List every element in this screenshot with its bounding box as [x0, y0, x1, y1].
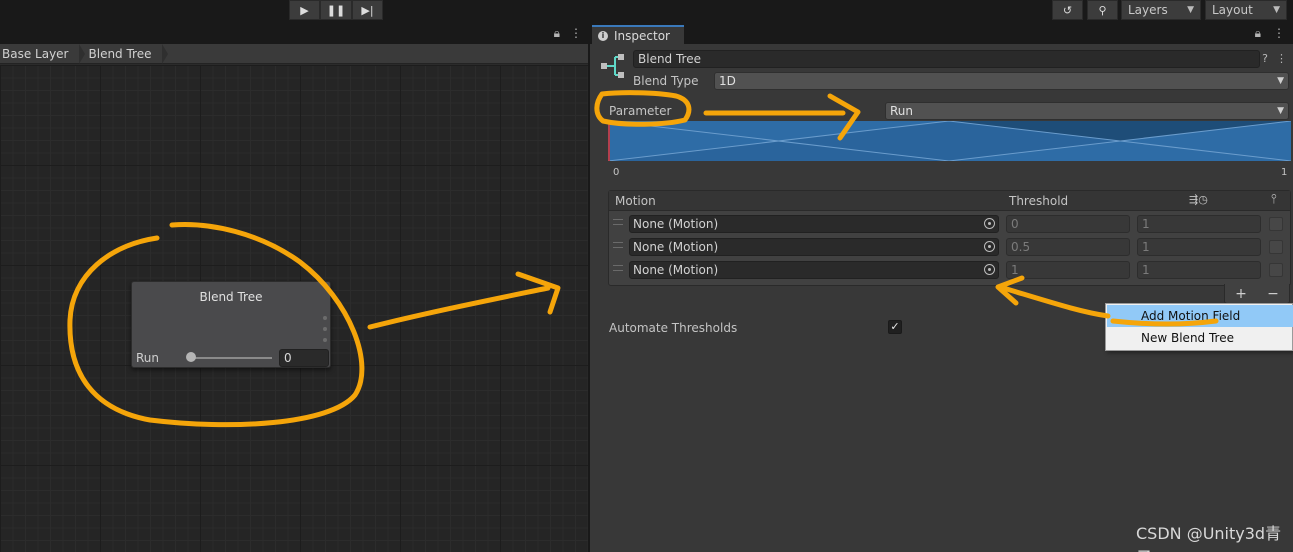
chevron-down-icon: ▼ — [1187, 5, 1194, 15]
layers-dropdown[interactable]: Layers ▼ — [1121, 0, 1201, 20]
pause-icon: ❚❚ — [326, 3, 346, 17]
threshold-field[interactable]: 0.5 — [1006, 238, 1130, 256]
graph-min-label: 0 — [613, 167, 620, 178]
more-options-icon[interactable]: ⋮ — [570, 26, 582, 41]
parameter-label: Parameter — [609, 104, 672, 118]
menu-item-add-motion-field[interactable]: Add Motion Field — [1107, 305, 1293, 327]
help-icon[interactable]: ? — [1262, 52, 1268, 65]
chevron-down-icon: ▼ — [1273, 5, 1280, 15]
motion-list-header: Motion Threshold ⇶◷ ⫯ — [609, 191, 1290, 211]
speed-column-icon: ⇶◷ — [1189, 193, 1208, 206]
time-scale-field[interactable]: 1 — [1137, 261, 1261, 279]
inspector-tab-label: Inspector — [614, 28, 670, 43]
layers-label: Layers — [1128, 3, 1168, 17]
watermark: CSDN @Unity3d青子 — [1136, 524, 1282, 552]
info-icon: i — [598, 30, 608, 41]
more-options-icon[interactable]: ⋮ — [1273, 26, 1285, 41]
search-button[interactable]: ⚲ — [1087, 0, 1118, 20]
drag-handle-icon[interactable] — [613, 219, 623, 225]
drag-handle-icon[interactable] — [613, 242, 623, 248]
main-toolbar: ▶ ❚❚ ▶| ↺ ⚲ Layers ▼ Layout ▼ — [0, 0, 1293, 22]
menu-item-new-blend-tree[interactable]: New Blend Tree — [1107, 327, 1293, 349]
motion-column-header: Motion — [615, 194, 656, 208]
motion-object-field[interactable]: None (Motion) — [629, 261, 999, 279]
history-icon: ↺ — [1062, 3, 1073, 17]
time-scale-field[interactable]: 1 — [1137, 215, 1261, 233]
time-scale-field[interactable]: 1 — [1137, 238, 1261, 256]
breadcrumb-blend-tree[interactable]: Blend Tree — [79, 43, 168, 64]
threshold-field[interactable]: 1 — [1006, 261, 1130, 279]
lock-icon[interactable]: 🔒︎ — [1255, 26, 1261, 41]
layout-dropdown[interactable]: Layout ▼ — [1205, 0, 1287, 20]
motion-field-value: None (Motion) — [633, 217, 719, 231]
object-picker-icon[interactable] — [984, 264, 995, 275]
inspector-window: i Inspector 🔒︎ ⋮ Blend Tree ? ⋮ Blend Ty… — [590, 22, 1293, 552]
motion-object-field[interactable]: None (Motion) — [629, 238, 999, 256]
motion-row[interactable]: None (Motion) 0.5 1 — [609, 236, 1290, 259]
parameter-dropdown[interactable]: Run ▼ — [885, 102, 1289, 120]
motion-list: Motion Threshold ⇶◷ ⫯ None (Motion) 0 1 … — [608, 190, 1291, 286]
node-param-slider-thumb[interactable] — [186, 352, 196, 362]
node-title: Blend Tree — [199, 290, 263, 304]
graph-max-label: 1 — [1281, 167, 1288, 178]
header-icons: ? ⋮ — [1262, 52, 1287, 65]
threshold-column-header: Threshold — [1009, 194, 1069, 208]
mirror-checkbox[interactable] — [1269, 217, 1283, 231]
blend-graph[interactable] — [608, 121, 1291, 161]
animator-tab-strip: 🔒︎ ⋮ — [0, 22, 588, 44]
motion-object-field[interactable]: None (Motion) — [629, 215, 999, 233]
mirror-checkbox[interactable] — [1269, 263, 1283, 277]
step-icon: ▶| — [361, 3, 374, 17]
motion-field-value: None (Motion) — [633, 240, 719, 254]
motion-field-value: None (Motion) — [633, 263, 719, 277]
object-picker-icon[interactable] — [984, 218, 995, 229]
pause-button[interactable]: ❚❚ — [320, 0, 352, 20]
search-icon: ⚲ — [1098, 3, 1107, 17]
add-motion-button[interactable]: + — [1235, 286, 1247, 302]
node-param-value-field[interactable]: 0 — [279, 349, 329, 367]
object-picker-icon[interactable] — [984, 241, 995, 252]
history-button[interactable]: ↺ — [1052, 0, 1083, 20]
blend-tree-node[interactable]: Blend Tree Run 0 — [131, 281, 331, 368]
mirror-checkbox[interactable] — [1269, 240, 1283, 254]
play-icon: ▶ — [300, 3, 309, 17]
breadcrumb-base-layer[interactable]: Base Layer — [0, 43, 84, 64]
play-button[interactable]: ▶ — [289, 0, 320, 20]
node-param-label: Run — [136, 351, 160, 365]
node-output-ports — [323, 316, 327, 342]
breadcrumb: Base Layer Blend Tree — [0, 43, 588, 64]
motion-row[interactable]: None (Motion) 1 1 — [609, 259, 1290, 282]
remove-motion-button[interactable]: − — [1267, 286, 1279, 302]
chevron-down-icon: ▼ — [1277, 106, 1284, 116]
settings-menu-icon[interactable]: ⋮ — [1276, 52, 1287, 65]
threshold-field[interactable]: 0 — [1006, 215, 1130, 233]
drag-handle-icon[interactable] — [613, 265, 623, 271]
blend-type-dropdown[interactable]: 1D ▼ — [714, 72, 1289, 90]
motion-list-footer: + − — [1224, 284, 1290, 304]
automate-thresholds-checkbox[interactable]: ✓ — [888, 320, 902, 334]
inspector-tab-strip: i Inspector 🔒︎ ⋮ — [590, 22, 1293, 44]
node-param-slider-track[interactable] — [188, 357, 272, 359]
blend-type-label: Blend Type — [633, 74, 699, 88]
chevron-down-icon: ▼ — [1277, 76, 1284, 86]
blend-type-value: 1D — [719, 74, 736, 88]
automate-thresholds-label: Automate Thresholds — [609, 321, 738, 335]
layout-label: Layout — [1212, 3, 1253, 17]
motion-row[interactable]: None (Motion) 0 1 — [609, 213, 1290, 236]
parameter-value: Run — [890, 104, 914, 118]
blend-tree-icon — [601, 54, 624, 78]
lock-icon[interactable]: 🔒︎ — [554, 26, 560, 41]
blend-tree-name-field[interactable]: Blend Tree — [633, 50, 1260, 68]
context-menu: Add Motion Field New Blend Tree — [1105, 303, 1293, 351]
mirror-column-icon: ⫯ — [1271, 192, 1277, 207]
step-button[interactable]: ▶| — [352, 0, 383, 20]
tab-inspector[interactable]: i Inspector — [592, 25, 684, 44]
